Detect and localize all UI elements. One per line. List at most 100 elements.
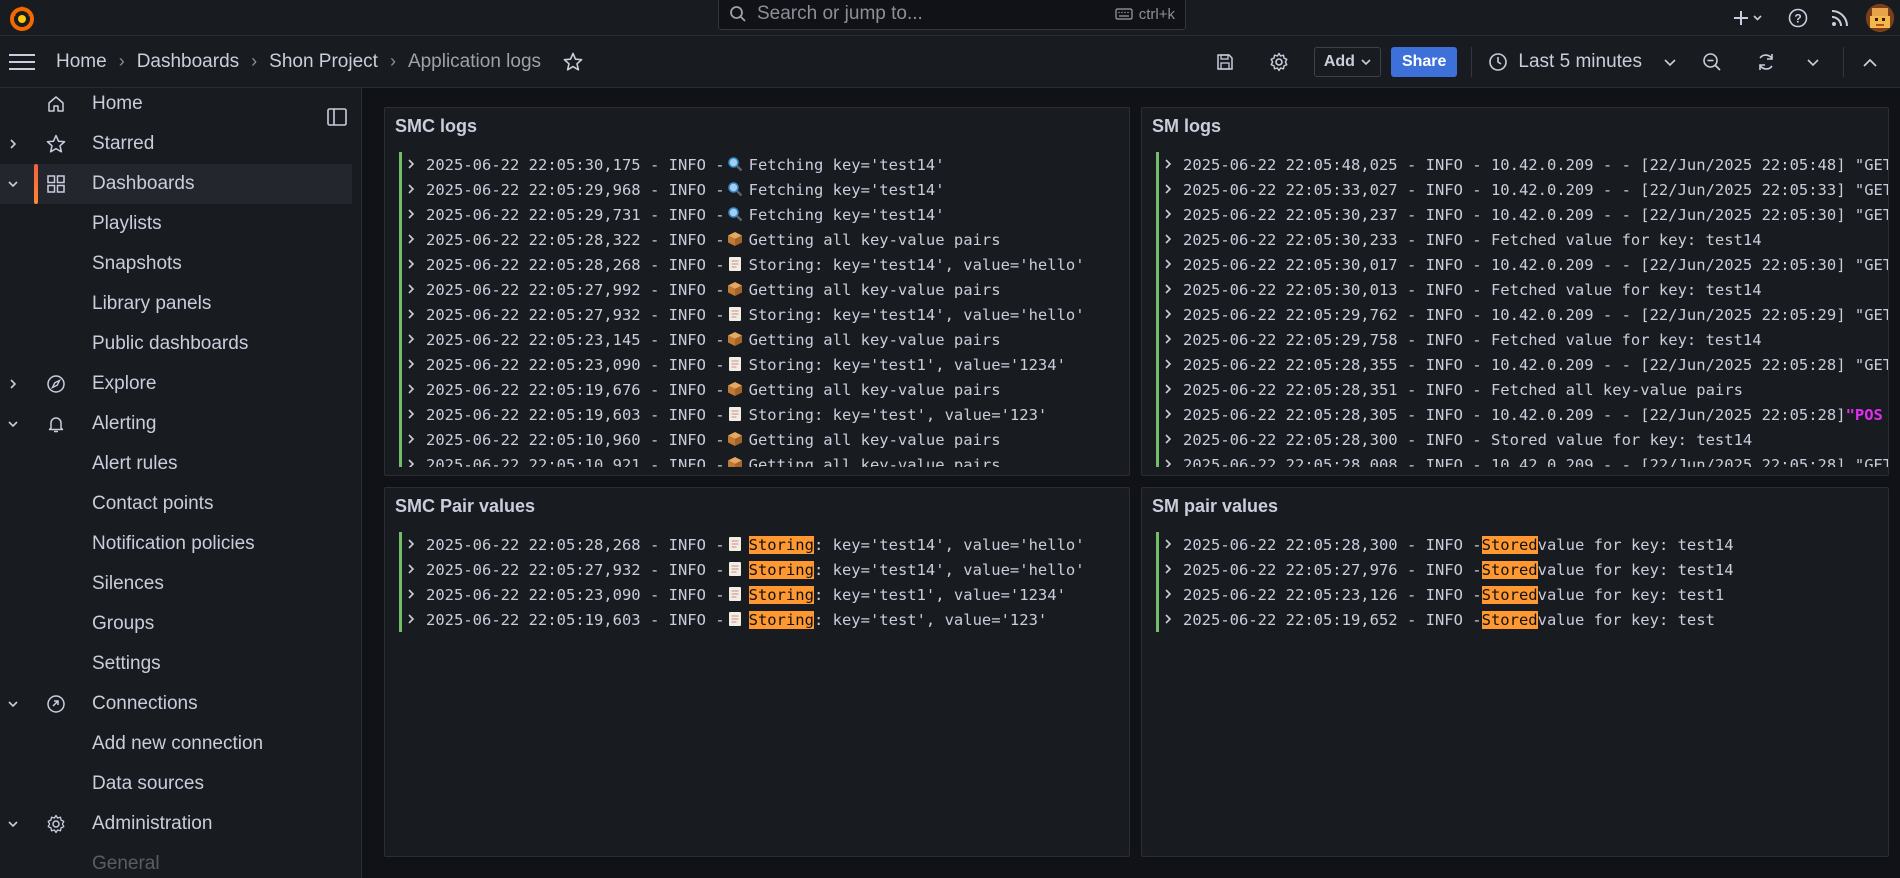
- news-button[interactable]: [1824, 2, 1856, 34]
- sidebar-item-library-panels[interactable]: Library panels: [0, 284, 361, 324]
- help-button[interactable]: ?: [1782, 2, 1814, 34]
- log-row[interactable]: 2025-06-22 22:05:23,090 - INFO - Storing…: [399, 352, 1129, 377]
- expand-chevron-icon[interactable]: [1163, 306, 1177, 324]
- expand-chevron-icon[interactable]: [406, 431, 420, 449]
- sidebar-item-settings[interactable]: Settings: [0, 644, 361, 684]
- expand-chevron-icon[interactable]: [1163, 561, 1177, 579]
- expand-chevron-icon[interactable]: [1163, 206, 1177, 224]
- log-row[interactable]: 2025-06-22 22:05:29,731 - INFO - Fetchin…: [399, 202, 1129, 227]
- expand-chevron-icon[interactable]: [406, 156, 420, 174]
- log-row[interactable]: 2025-06-22 22:05:27,976 - INFO - Stored …: [1156, 557, 1888, 582]
- log-row[interactable]: 2025-06-22 22:05:28,322 - INFO - Getting…: [399, 227, 1129, 252]
- log-row[interactable]: 2025-06-22 22:05:28,008 - INFO - 10.42.0…: [1156, 452, 1888, 467]
- log-row[interactable]: 2025-06-22 22:05:30,237 - INFO - 10.42.0…: [1156, 202, 1888, 227]
- breadcrumb-folder[interactable]: Shon Project: [269, 51, 378, 73]
- log-row[interactable]: 2025-06-22 22:05:30,175 - INFO - Fetchin…: [399, 152, 1129, 177]
- expand-chevron-icon[interactable]: [1163, 331, 1177, 349]
- expand-chevron-icon[interactable]: [406, 181, 420, 199]
- panel-sm-pair-values[interactable]: SM pair values 2025-06-22 22:05:28,300 -…: [1141, 487, 1889, 857]
- sidebar-item-snapshots[interactable]: Snapshots: [0, 244, 361, 284]
- sidebar-item-administration[interactable]: Administration: [0, 804, 361, 844]
- expand-chevron-icon[interactable]: [406, 536, 420, 554]
- sidebar-item-data-sources[interactable]: Data sources: [0, 764, 361, 804]
- expand-chevron-icon[interactable]: [6, 138, 20, 150]
- log-row[interactable]: 2025-06-22 22:05:10,921 - INFO - Getting…: [399, 452, 1129, 467]
- sidebar-item-public-dashboards[interactable]: Public dashboards: [0, 324, 361, 364]
- log-row[interactable]: 2025-06-22 22:05:28,305 - INFO - 10.42.0…: [1156, 402, 1888, 427]
- collapse-toolbar-button[interactable]: [1850, 42, 1890, 82]
- expand-chevron-icon[interactable]: [1163, 281, 1177, 299]
- log-row[interactable]: 2025-06-22 22:05:29,758 - INFO - Fetched…: [1156, 327, 1888, 352]
- panel-smc-logs[interactable]: SMC logs 2025-06-22 22:05:30,175 - INFO …: [384, 107, 1130, 476]
- expand-chevron-icon[interactable]: [406, 231, 420, 249]
- expand-chevron-icon[interactable]: [406, 586, 420, 604]
- log-row[interactable]: 2025-06-22 22:05:27,932 - INFO - Storing…: [399, 557, 1129, 582]
- sidebar-item-explore[interactable]: Explore: [0, 364, 361, 404]
- expand-chevron-icon[interactable]: [1163, 181, 1177, 199]
- expand-chevron-icon[interactable]: [1163, 431, 1177, 449]
- breadcrumb-home[interactable]: Home: [56, 51, 107, 73]
- sidebar-item-groups[interactable]: Groups: [0, 604, 361, 644]
- log-row[interactable]: 2025-06-22 22:05:19,676 - INFO - Getting…: [399, 377, 1129, 402]
- sidebar-item-alert-rules[interactable]: Alert rules: [0, 444, 361, 484]
- new-button[interactable]: [1724, 2, 1772, 34]
- log-row[interactable]: 2025-06-22 22:05:28,355 - INFO - 10.42.0…: [1156, 352, 1888, 377]
- expand-chevron-icon[interactable]: [1163, 231, 1177, 249]
- sidebar-item-alerting[interactable]: Alerting: [0, 404, 361, 444]
- panel-sm-logs[interactable]: SM logs 2025-06-22 22:05:48,025 - INFO -…: [1141, 107, 1889, 476]
- log-row[interactable]: 2025-06-22 22:05:29,968 - INFO - Fetchin…: [399, 177, 1129, 202]
- sidebar-item-home[interactable]: Home: [0, 88, 361, 124]
- expand-chevron-icon[interactable]: [1163, 256, 1177, 274]
- menu-toggle-button[interactable]: [0, 36, 44, 88]
- log-row[interactable]: 2025-06-22 22:05:23,126 - INFO - Stored …: [1156, 582, 1888, 607]
- expand-chevron-icon[interactable]: [406, 456, 420, 467]
- search-input[interactable]: Search or jump to... ctrl+k: [718, 0, 1186, 30]
- log-row[interactable]: 2025-06-22 22:05:19,603 - INFO - Storing…: [399, 402, 1129, 427]
- log-row[interactable]: 2025-06-22 22:05:30,233 - INFO - Fetched…: [1156, 227, 1888, 252]
- log-row[interactable]: 2025-06-22 22:05:28,300 - INFO - Stored …: [1156, 532, 1888, 557]
- log-row[interactable]: 2025-06-22 22:05:28,268 - INFO - Storing…: [399, 252, 1129, 277]
- sidebar-item-notification-policies[interactable]: Notification policies: [0, 524, 361, 564]
- collapse-chevron-icon[interactable]: [6, 419, 20, 429]
- sidebar-item-add-new-connection[interactable]: Add new connection: [0, 724, 361, 764]
- log-row[interactable]: 2025-06-22 22:05:48,025 - INFO - 10.42.0…: [1156, 152, 1888, 177]
- grafana-logo-icon[interactable]: [6, 2, 38, 34]
- log-row[interactable]: 2025-06-22 22:05:28,300 - INFO - Stored …: [1156, 427, 1888, 452]
- expand-chevron-icon[interactable]: [406, 281, 420, 299]
- expand-chevron-icon[interactable]: [1163, 381, 1177, 399]
- expand-chevron-icon[interactable]: [1163, 456, 1177, 467]
- time-range-picker[interactable]: Last 5 minutes: [1488, 51, 1676, 73]
- expand-chevron-icon[interactable]: [1163, 406, 1177, 424]
- collapse-chevron-icon[interactable]: [6, 699, 20, 709]
- favorite-star-icon[interactable]: [563, 52, 583, 72]
- dashboard-settings-button[interactable]: [1259, 42, 1299, 82]
- log-row[interactable]: 2025-06-22 22:05:30,017 - INFO - 10.42.0…: [1156, 252, 1888, 277]
- expand-chevron-icon[interactable]: [406, 306, 420, 324]
- log-row[interactable]: 2025-06-22 22:05:33,027 - INFO - 10.42.0…: [1156, 177, 1888, 202]
- expand-chevron-icon[interactable]: [406, 206, 420, 224]
- log-row[interactable]: 2025-06-22 22:05:30,013 - INFO - Fetched…: [1156, 277, 1888, 302]
- log-row[interactable]: 2025-06-22 22:05:23,090 - INFO - Storing…: [399, 582, 1129, 607]
- share-button[interactable]: Share: [1390, 47, 1458, 77]
- expand-chevron-icon[interactable]: [1163, 156, 1177, 174]
- sidebar-item-dashboards[interactable]: Dashboards: [0, 164, 352, 204]
- expand-chevron-icon[interactable]: [406, 561, 420, 579]
- log-row[interactable]: 2025-06-22 22:05:27,932 - INFO - Storing…: [399, 302, 1129, 327]
- log-row[interactable]: 2025-06-22 22:05:19,652 - INFO - Stored …: [1156, 607, 1888, 632]
- collapse-chevron-icon[interactable]: [6, 819, 20, 829]
- expand-chevron-icon[interactable]: [406, 611, 420, 629]
- log-row[interactable]: 2025-06-22 22:05:10,960 - INFO - Getting…: [399, 427, 1129, 452]
- refresh-button[interactable]: [1746, 42, 1786, 82]
- breadcrumb-dashboards[interactable]: Dashboards: [137, 51, 239, 73]
- collapse-chevron-icon[interactable]: [6, 179, 20, 189]
- log-row[interactable]: 2025-06-22 22:05:19,603 - INFO - Storing…: [399, 607, 1129, 632]
- refresh-interval-button[interactable]: [1801, 42, 1825, 82]
- log-row[interactable]: 2025-06-22 22:05:29,762 - INFO - 10.42.0…: [1156, 302, 1888, 327]
- sidebar-item-starred[interactable]: Starred: [0, 124, 361, 164]
- add-button[interactable]: Add: [1313, 47, 1381, 77]
- expand-chevron-icon[interactable]: [1163, 611, 1177, 629]
- sidebar-item-connections[interactable]: Connections: [0, 684, 361, 724]
- avatar[interactable]: [1866, 4, 1894, 32]
- sidebar-item-general[interactable]: General: [0, 844, 361, 878]
- expand-chevron-icon[interactable]: [406, 381, 420, 399]
